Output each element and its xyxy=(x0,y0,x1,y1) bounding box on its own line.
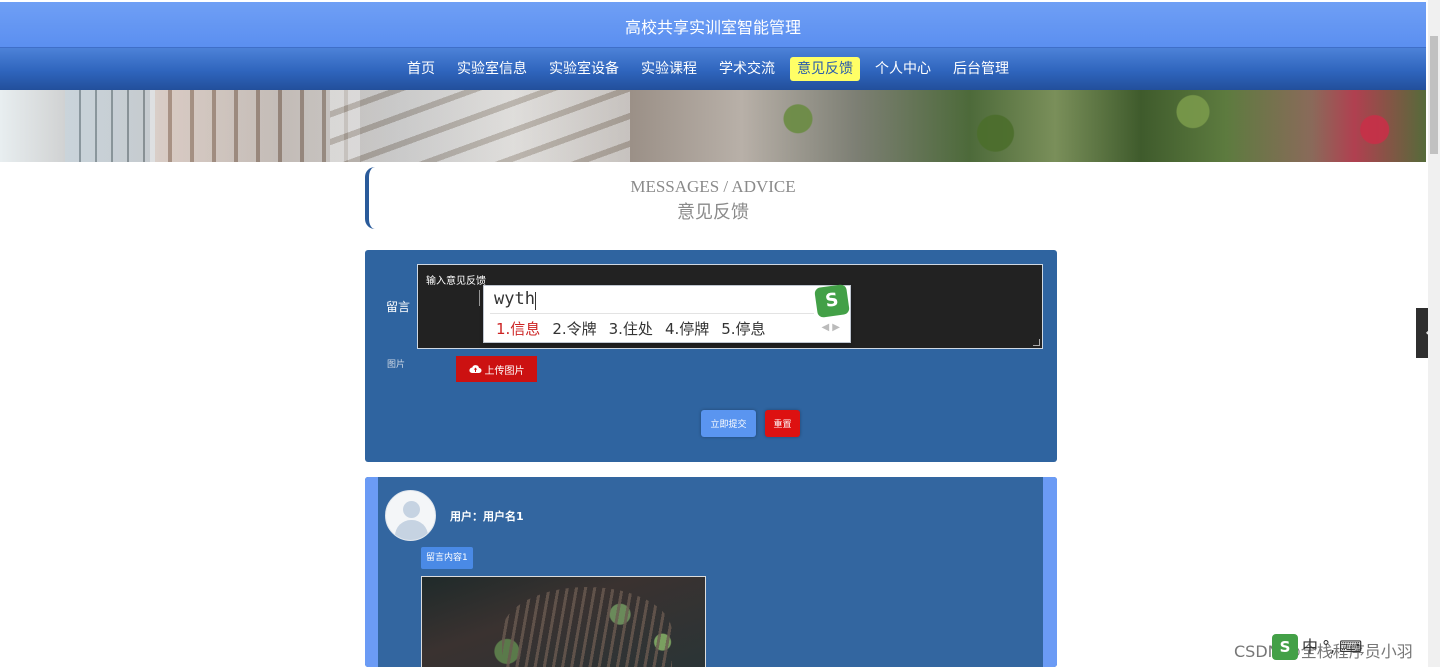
ime-divider xyxy=(490,313,814,314)
main-nav: 首页 实验室信息 实验室设备 实验课程 学术交流 意见反馈 个人中心 后台管理 xyxy=(400,57,1024,81)
site-title: 高校共享实训室智能管理 xyxy=(624,18,801,37)
page-scrollbar[interactable] xyxy=(1428,0,1440,667)
image-label: 图片 xyxy=(387,360,406,370)
nav-item-academic-exchange[interactable]: 学术交流 xyxy=(712,57,782,81)
sogou-logo-icon: S xyxy=(814,283,850,319)
photo-slats xyxy=(502,587,672,667)
banner-image xyxy=(0,90,1426,162)
message-label: 留言 xyxy=(386,300,411,314)
nav-item-home[interactable]: 首页 xyxy=(400,57,442,81)
top-header: 高校共享实训室智能管理 xyxy=(0,2,1426,48)
scrollbar-thumb[interactable] xyxy=(1430,36,1438,154)
cloud-upload-icon xyxy=(468,365,481,373)
nav-item-lab-courses[interactable]: 实验课程 xyxy=(634,57,704,81)
resize-handle[interactable] xyxy=(1033,339,1040,346)
ime-candidate[interactable]: 3.住处 xyxy=(609,318,653,339)
ime-candidate[interactable]: 5.停息 xyxy=(721,318,765,339)
avatar xyxy=(385,490,436,541)
feedback-form: 留言 输入意见反馈 图片 上传图片 立即提交 重置 xyxy=(365,250,1057,462)
ime-toolbar: S 中 °, ⌨ xyxy=(1272,634,1362,660)
card-accent-right xyxy=(1043,477,1057,667)
ime-keyboard-icon[interactable]: ⌨ xyxy=(1339,634,1362,660)
sogou-toolbar-logo-icon[interactable]: S xyxy=(1272,634,1298,660)
message-placeholder: 输入意见反馈 xyxy=(426,276,486,287)
message-card: 用户：用户名1 留言内容1 xyxy=(365,477,1057,667)
reset-button[interactable]: 重置 xyxy=(765,410,800,437)
card-accent-left xyxy=(365,477,378,667)
ime-composition: wyth xyxy=(494,289,535,309)
nav-item-personal-center[interactable]: 个人中心 xyxy=(868,57,938,81)
message-photo xyxy=(421,576,706,667)
section-title-en: MESSAGES / ADVICE xyxy=(630,177,796,196)
banner-building-windows xyxy=(150,90,360,162)
ime-mode-chinese-icon[interactable]: 中 xyxy=(1302,634,1318,660)
ime-candidate[interactable]: 2.令牌 xyxy=(552,318,596,339)
ime-candidates: 1.信息 2.令牌 3.住处 4.停牌 5.停息 xyxy=(496,318,766,339)
section-title-cn: 意见反馈 xyxy=(677,202,749,222)
avatar-head xyxy=(403,501,420,518)
ime-caret xyxy=(535,292,536,310)
ime-candidate[interactable]: 1.信息 xyxy=(496,318,540,339)
message-content: 留言内容1 xyxy=(421,547,473,569)
ime-page-arrows-icon[interactable]: ◀ ▶ xyxy=(821,322,840,333)
section-heading: MESSAGES / ADVICE 意见反馈 xyxy=(365,167,1057,229)
banner-canopy xyxy=(330,90,630,162)
nav-bar: 首页 实验室信息 实验室设备 实验课程 学术交流 意见反馈 个人中心 后台管理 xyxy=(0,48,1426,90)
nav-item-lab-info[interactable]: 实验室信息 xyxy=(450,57,534,81)
avatar-body xyxy=(395,520,428,540)
upload-image-button[interactable]: 上传图片 xyxy=(456,356,537,382)
ime-candidate-window: wyth S 1.信息 2.令牌 3.住处 4.停牌 5.停息 ◀ ▶ xyxy=(483,283,851,343)
ime-punctuation-icon[interactable]: °, xyxy=(1322,634,1335,660)
upload-label: 上传图片 xyxy=(484,365,525,377)
nav-item-feedback[interactable]: 意见反馈 xyxy=(790,57,860,81)
submit-button[interactable]: 立即提交 xyxy=(701,410,756,437)
nav-item-admin[interactable]: 后台管理 xyxy=(946,57,1016,81)
nav-item-lab-equipment[interactable]: 实验室设备 xyxy=(542,57,626,81)
banner-foliage xyxy=(640,90,1426,162)
banner-building-left xyxy=(65,90,155,162)
message-username: 用户：用户名1 xyxy=(450,510,524,523)
ime-candidate[interactable]: 4.停牌 xyxy=(665,318,709,339)
